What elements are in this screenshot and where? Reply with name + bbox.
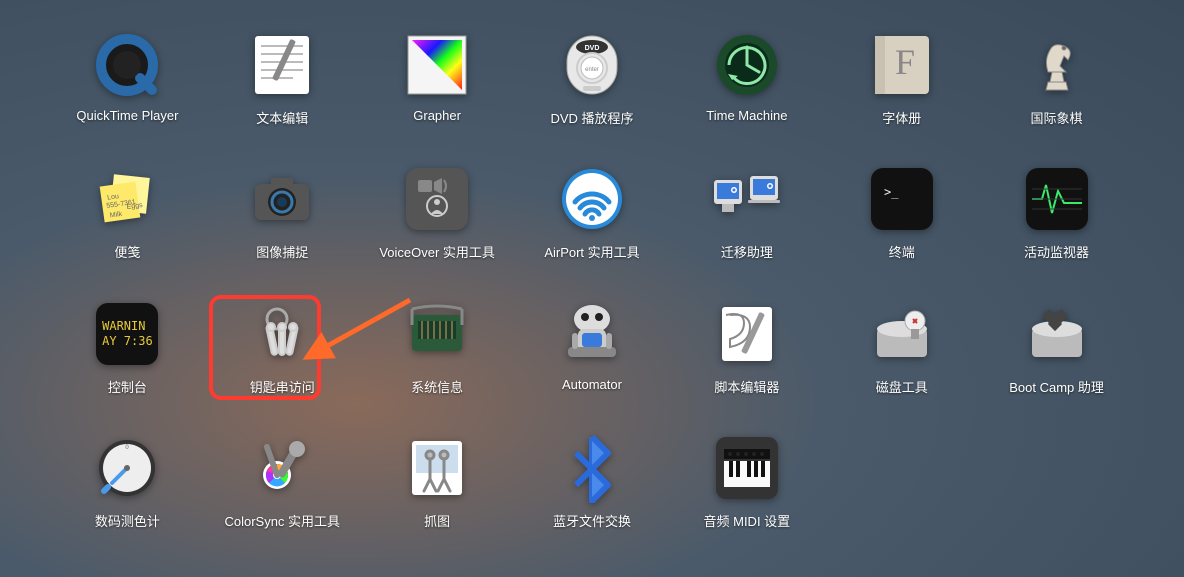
app-label: 脚本编辑器 <box>714 377 779 396</box>
app-label: 控制台 <box>108 377 147 396</box>
app-label: AirPort 实用工具 <box>544 242 639 261</box>
app-activity[interactable]: 活动监视器 <box>992 164 1122 261</box>
app-grapher[interactable]: Grapher <box>372 30 502 123</box>
app-label: 字体册 <box>882 108 921 127</box>
svg-text:DVD: DVD <box>585 45 600 52</box>
terminal-icon: >_ <box>867 164 937 234</box>
app-imagecapture[interactable]: 图像捕捉 <box>217 164 347 261</box>
app-label: Time Machine <box>706 108 787 123</box>
keychain-icon <box>247 299 317 369</box>
app-stickies[interactable]: Lou555-7361EggsMilk 便笺 <box>62 164 192 261</box>
quicktime-icon <box>92 30 162 100</box>
scripteditor-icon <box>712 299 782 369</box>
app-label: Boot Camp 助理 <box>1009 377 1104 396</box>
fontbook-icon: F <box>867 30 937 100</box>
app-label: 活动监视器 <box>1024 242 1089 261</box>
app-label: QuickTime Player <box>76 108 178 123</box>
app-label: 迁移助理 <box>721 242 773 261</box>
diskutil-icon <box>867 299 937 369</box>
app-keychain[interactable]: 钥匙串访问 <box>217 299 347 396</box>
app-label: 图像捕捉 <box>256 242 308 261</box>
app-label: 音频 MIDI 设置 <box>704 511 791 530</box>
app-terminal[interactable]: >_ 终端 <box>837 164 967 261</box>
app-diskutil[interactable]: 磁盘工具 <box>837 299 967 396</box>
app-label: 磁盘工具 <box>876 377 928 396</box>
automator-icon <box>557 299 627 369</box>
app-label: 数码测色计 <box>95 511 160 530</box>
svg-text:enter: enter <box>585 67 599 73</box>
app-console[interactable]: WARNINAY 7:36 控制台 <box>62 299 192 396</box>
app-scripteditor[interactable]: 脚本编辑器 <box>682 299 812 396</box>
app-label: Grapher <box>413 108 461 123</box>
app-textedit[interactable]: 文本编辑 <box>217 30 347 127</box>
app-migration[interactable]: 迁移助理 <box>682 164 812 261</box>
app-label: VoiceOver 实用工具 <box>379 242 495 261</box>
app-colormeter[interactable]: 0 数码测色计 <box>62 433 192 530</box>
app-dvdplayer[interactable]: DVD enter DVD 播放程序 <box>527 30 657 127</box>
app-timemachine[interactable]: Time Machine <box>682 30 812 123</box>
svg-text:>_: >_ <box>884 185 899 199</box>
app-label: ColorSync 实用工具 <box>224 511 340 530</box>
app-bootcamp[interactable]: Boot Camp 助理 <box>992 299 1122 396</box>
colormeter-icon: 0 <box>92 433 162 503</box>
app-label: 文本编辑 <box>256 108 308 127</box>
app-bluetooth[interactable]: 蓝牙文件交换 <box>527 433 657 530</box>
airport-icon <box>557 164 627 234</box>
colorsync-icon <box>247 433 317 503</box>
grapher-icon <box>402 30 472 100</box>
chess-icon <box>1022 30 1092 100</box>
app-label: Automator <box>562 377 622 392</box>
app-airport[interactable]: AirPort 实用工具 <box>527 164 657 261</box>
app-label: 抓图 <box>424 511 450 530</box>
stickies-icon: Lou555-7361EggsMilk <box>92 164 162 234</box>
voiceover-icon <box>402 164 472 234</box>
timemachine-icon <box>712 30 782 100</box>
dvdplayer-icon: DVD enter <box>557 30 627 100</box>
activity-icon <box>1022 164 1092 234</box>
app-audiomidi[interactable]: 音频 MIDI 设置 <box>682 433 812 530</box>
app-grab[interactable]: 抓图 <box>372 433 502 530</box>
svg-text:F: F <box>895 42 915 82</box>
app-label: 终端 <box>889 242 915 261</box>
app-label: 便笺 <box>114 242 140 261</box>
app-fontbook[interactable]: F 字体册 <box>837 30 967 127</box>
console-icon: WARNINAY 7:36 <box>92 299 162 369</box>
app-colorsync[interactable]: ColorSync 实用工具 <box>217 433 347 530</box>
bootcamp-icon <box>1022 299 1092 369</box>
app-voiceover[interactable]: VoiceOver 实用工具 <box>372 164 502 261</box>
launchpad-grid: QuickTime Player 文本编辑 Grapher DVD enter DVD 播… <box>0 0 1184 577</box>
app-label: 系统信息 <box>411 377 463 396</box>
app-label: 国际象棋 <box>1031 108 1083 127</box>
imagecapture-icon <box>247 164 317 234</box>
grab-icon <box>402 433 472 503</box>
textedit-icon <box>247 30 317 100</box>
app-label: 钥匙串访问 <box>250 377 315 396</box>
app-quicktime[interactable]: QuickTime Player <box>62 30 192 123</box>
audiomidi-icon <box>712 433 782 503</box>
sysinfo-icon <box>402 299 472 369</box>
app-label: 蓝牙文件交换 <box>553 511 631 530</box>
migration-icon <box>712 164 782 234</box>
bluetooth-icon <box>557 433 627 503</box>
app-chess[interactable]: 国际象棋 <box>992 30 1122 127</box>
app-label: DVD 播放程序 <box>550 108 633 127</box>
app-automator[interactable]: Automator <box>527 299 657 392</box>
app-sysinfo[interactable]: 系统信息 <box>372 299 502 396</box>
